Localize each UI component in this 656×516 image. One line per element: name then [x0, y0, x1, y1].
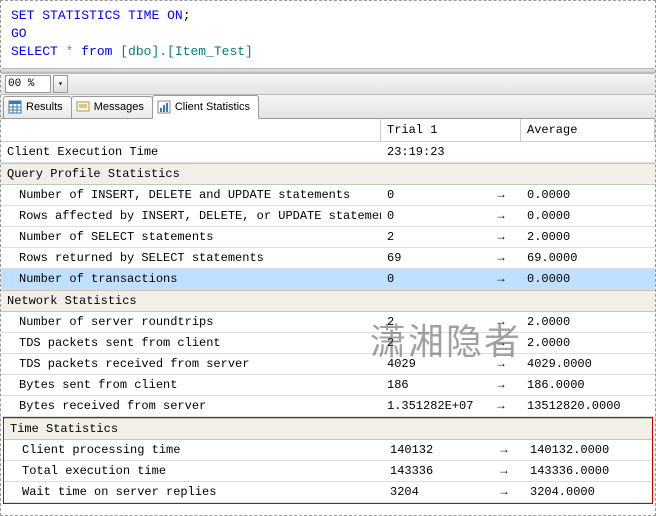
col-trial: Trial 1	[381, 119, 521, 141]
trend-icon: →	[481, 375, 521, 395]
trend-icon: →	[481, 248, 521, 268]
row-bytes-sent[interactable]: Bytes sent from client 186 → 186.0000	[1, 375, 655, 396]
row-tds-received[interactable]: TDS packets received from server 4029 → …	[1, 354, 655, 375]
trend-icon: →	[481, 269, 521, 289]
stats-icon	[157, 100, 171, 114]
tab-label: Results	[26, 101, 63, 113]
zoom-bar: 00 % ▾	[1, 73, 655, 95]
row-total-execution[interactable]: Total execution time 143336 → 143336.000…	[4, 461, 652, 482]
row-rows-affected[interactable]: Rows affected by INSERT, DELETE, or UPDA…	[1, 206, 655, 227]
tab-messages[interactable]: Messages	[71, 96, 153, 118]
row-transactions[interactable]: Number of transactions 0 → 0.0000	[1, 269, 655, 290]
section-query-profile: Query Profile Statistics	[1, 163, 655, 185]
pane-splitter[interactable]	[1, 68, 655, 73]
row-exec-time[interactable]: Client Execution Time 23:19:23	[1, 142, 655, 163]
zoom-dropdown-button[interactable]: ▾	[53, 75, 68, 93]
trend-icon: →	[484, 461, 524, 481]
trend-icon: →	[481, 206, 521, 226]
results-icon	[8, 100, 22, 114]
tab-label: Messages	[94, 101, 144, 113]
sql-editor[interactable]: SET STATISTICS TIME ON; GO SELECT * from…	[1, 1, 655, 68]
row-rows-returned[interactable]: Rows returned by SELECT statements 69 → …	[1, 248, 655, 269]
row-select-count[interactable]: Number of SELECT statements 2 → 2.0000	[1, 227, 655, 248]
trend-icon: →	[481, 354, 521, 374]
tab-results[interactable]: Results	[3, 96, 72, 118]
row-bytes-received[interactable]: Bytes received from server 1.351282E+07 …	[1, 396, 655, 417]
trend-icon: →	[481, 312, 521, 332]
result-tabs: Results Messages Client Statistics	[1, 95, 655, 119]
row-client-processing[interactable]: Client processing time 140132 → 140132.0…	[4, 440, 652, 461]
row-tds-sent[interactable]: TDS packets sent from client 2 → 2.0000	[1, 333, 655, 354]
trend-icon: →	[481, 396, 521, 416]
tab-label: Client Statistics	[175, 101, 250, 113]
row-roundtrips[interactable]: Number of server roundtrips 2 → 2.0000	[1, 312, 655, 333]
col-metric	[1, 119, 381, 141]
row-wait-time[interactable]: Wait time on server replies 3204 → 3204.…	[4, 482, 652, 503]
section-time: Time Statistics	[4, 418, 652, 440]
time-stats-highlight: Time Statistics Client processing time 1…	[3, 417, 653, 504]
trend-icon: →	[481, 227, 521, 247]
messages-icon	[76, 100, 90, 114]
row-iud[interactable]: Number of INSERT, DELETE and UPDATE stat…	[1, 185, 655, 206]
tab-client-statistics[interactable]: Client Statistics	[152, 95, 259, 119]
trend-icon: →	[484, 482, 524, 502]
trend-icon: →	[481, 185, 521, 205]
trend-icon: →	[481, 333, 521, 353]
trend-icon: →	[484, 440, 524, 460]
col-average: Average	[521, 119, 655, 141]
grid-header: Trial 1 Average	[1, 119, 655, 142]
zoom-combo[interactable]: 00 %	[5, 75, 51, 93]
section-network: Network Statistics	[1, 290, 655, 312]
client-stats-grid: Trial 1 Average Client Execution Time 23…	[1, 119, 655, 504]
